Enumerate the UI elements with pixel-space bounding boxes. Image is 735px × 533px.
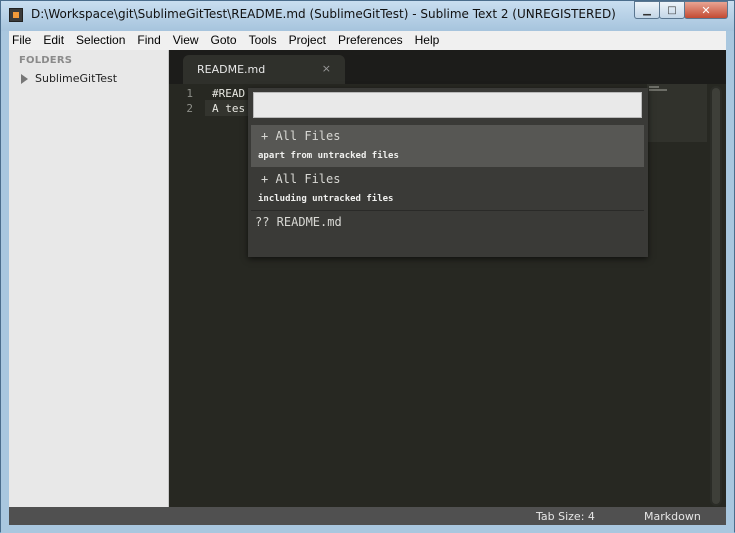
maximize-button[interactable]: □: [659, 1, 685, 19]
menu-find[interactable]: Find: [131, 31, 166, 50]
menu-help[interactable]: Help: [409, 31, 446, 50]
window-controls: ▁ □ ✕: [634, 1, 728, 20]
quick-panel-item-subtitle: including untracked files: [258, 194, 394, 204]
sidebar-folder-sublimegittest[interactable]: SublimeGitTest: [21, 72, 117, 85]
folder-label: SublimeGitTest: [35, 72, 118, 85]
menu-goto[interactable]: Goto: [205, 31, 243, 50]
tab-bar: README.md ×: [169, 50, 726, 84]
tab-close-icon[interactable]: ×: [322, 62, 331, 75]
sidebar: FOLDERS SublimeGitTest: [9, 50, 169, 507]
quick-panel-input[interactable]: [253, 92, 642, 118]
title-bar[interactable]: D:\Workspace\git\SublimeGitTest\README.m…: [1, 1, 734, 31]
tab-label: README.md: [197, 63, 266, 76]
tab-readme[interactable]: README.md ×: [183, 55, 345, 84]
quick-panel-item-title: + All Files: [261, 129, 341, 143]
menu-file[interactable]: File: [9, 31, 37, 50]
vertical-scrollbar[interactable]: [710, 86, 722, 506]
line-gutter: 1 2: [169, 84, 205, 507]
sublime-app-icon[interactable]: [9, 8, 23, 22]
minimap-line: [649, 86, 659, 88]
close-button[interactable]: ✕: [684, 1, 728, 19]
quick-panel-item[interactable]: + All Files including untracked files: [251, 168, 644, 210]
window-title: D:\Workspace\git\SublimeGitTest\README.m…: [31, 7, 616, 21]
maximize-icon: □: [667, 4, 677, 16]
quick-panel-item[interactable]: ?? README.md: [251, 211, 644, 235]
menu-view[interactable]: View: [167, 31, 205, 50]
minimize-button[interactable]: ▁: [634, 1, 660, 19]
menu-bar: File Edit Selection Find View Goto Tools…: [9, 31, 726, 51]
close-icon: ✕: [701, 3, 711, 17]
minimize-icon: ▁: [643, 4, 651, 16]
app-window: D:\Workspace\git\SublimeGitTest\README.m…: [0, 0, 735, 533]
line-number: 2: [186, 102, 193, 115]
menu-tools[interactable]: Tools: [243, 31, 283, 50]
status-bar: Tab Size: 4 Markdown: [9, 507, 726, 525]
expand-triangle-icon[interactable]: [21, 73, 28, 84]
tab-size-indicator[interactable]: Tab Size: 4: [536, 510, 595, 523]
code-line[interactable]: A tes: [212, 102, 245, 115]
sidebar-header: FOLDERS: [19, 55, 73, 66]
quick-panel: + All Files apart from untracked files +…: [248, 88, 648, 257]
syntax-indicator[interactable]: Markdown: [644, 510, 701, 523]
code-line[interactable]: #READ: [212, 87, 245, 100]
menu-selection[interactable]: Selection: [70, 31, 131, 50]
quick-panel-item-title: + All Files: [261, 172, 341, 186]
menu-preferences[interactable]: Preferences: [332, 31, 409, 50]
line-number: 1: [186, 87, 193, 100]
quick-panel-item-subtitle: apart from untracked files: [258, 151, 399, 161]
minimap-line: [649, 89, 667, 91]
quick-panel-item-title: ?? README.md: [255, 215, 342, 229]
minimap[interactable]: [647, 84, 707, 142]
quick-panel-item[interactable]: + All Files apart from untracked files: [251, 125, 644, 167]
scrollbar-thumb[interactable]: [712, 88, 720, 504]
menu-project[interactable]: Project: [283, 31, 332, 50]
menu-edit[interactable]: Edit: [37, 31, 70, 50]
